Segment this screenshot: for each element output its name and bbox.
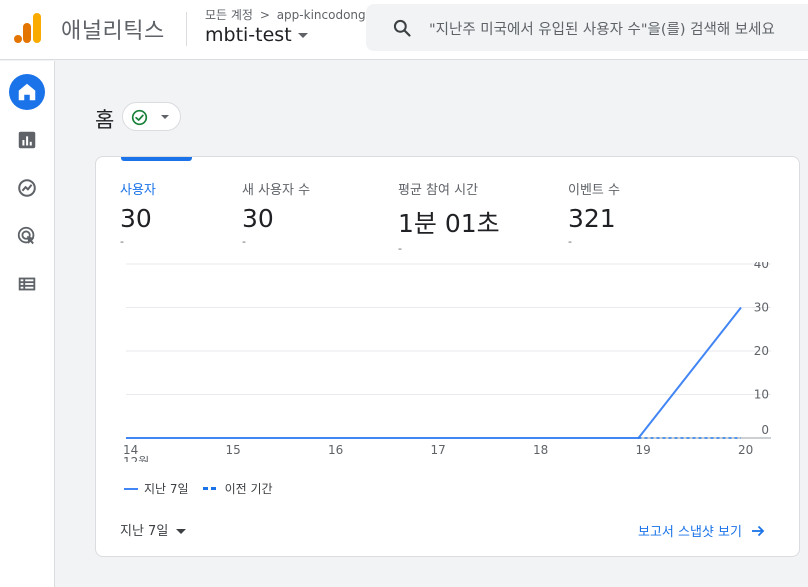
app-name: 애널리틱스 [61,19,165,44]
series-line-current-period [126,306,742,439]
x-tick-label: 17 [431,443,446,457]
metric-delta: - [120,235,124,248]
x-month-label: 12월 [123,455,149,462]
y-tick-label: 10 [754,388,769,402]
metric-tab-new-users[interactable]: 새 사용자 수 30 - [242,179,310,248]
x-tick-label: 18 [533,443,548,457]
dropdown-caret-icon [297,33,308,38]
y-tick-label: 20 [754,344,769,358]
breadcrumb-sub[interactable]: app-kincodong [277,8,366,22]
y-tick-label: 0 [761,423,769,437]
nav-configure[interactable] [9,266,45,302]
legend-previous-period: 이전 기간 [224,482,273,496]
legend-dashed-swatch [202,487,219,490]
page-title: 홈 [95,108,115,132]
check-circle-icon [131,109,148,126]
chevron-down-icon [176,529,187,534]
x-tick-label: 15 [226,443,241,457]
search-placeholder: "지난주 미국에서 유입된 사용자 수"을(를) 검색해 보세요 [429,22,775,38]
breadcrumb-separator: > [259,8,270,22]
metric-delta: - [242,235,246,248]
x-tick-label: 20 [738,443,753,457]
metric-tab-engagement-time[interactable]: 평균 참여 시간 1분 01초 - [398,179,500,255]
reports-icon [18,131,36,149]
metric-tab-event-count[interactable]: 이벤트 수 321 - [568,179,620,248]
advertising-icon [17,226,35,245]
home-icon [18,83,36,101]
metric-label: 새 사용자 수 [242,183,311,198]
nav-reports[interactable] [9,122,45,158]
view-snapshot-link[interactable]: 보고서 스냅샷 보기 [638,521,766,540]
y-tick-label: 30 [754,301,769,315]
header-divider [186,12,187,46]
property-selector[interactable]: mbti-test [205,24,308,46]
y-tick-label: 40 [754,262,769,271]
legend-solid-swatch [124,487,138,490]
metric-delta: - [568,235,572,248]
date-range-label: 지난 7일 [120,524,169,539]
metric-label: 사용자 [120,183,156,198]
status-chip[interactable] [122,102,181,131]
active-metric-indicator [121,157,192,161]
search-icon [393,19,411,37]
x-tick-label: 19 [636,443,651,457]
arrow-right-icon [751,525,765,536]
legend-current-period: 지난 7일 [144,482,189,496]
left-nav-rail [0,61,55,587]
explore-icon [18,179,36,197]
x-tick-label: 16 [328,443,343,457]
top-bar: 애널리틱스 모든 계정 > app-kincodong mbti-test "지… [0,0,808,60]
metric-tab-users[interactable]: 사용자 30 - [120,179,156,248]
metric-label: 평균 참여 시간 [398,183,479,198]
breadcrumb[interactable]: 모든 계정 > app-kincodong [205,6,366,23]
nav-home[interactable] [9,74,45,110]
nav-explore[interactable] [9,170,45,206]
snapshot-link-label: 보고서 스냅샷 보기 [638,525,742,540]
chart-legend: 지난 7일 이전 기간 [124,480,273,497]
search-bar[interactable]: "지난주 미국에서 유입된 사용자 수"을(를) 검색해 보세요 [366,4,808,51]
metric-label: 이벤트 수 [568,183,620,198]
date-range-dropdown[interactable]: 지난 7일 [120,520,187,539]
analytics-logo[interactable] [13,11,43,45]
metric-value: 321 [568,204,616,233]
users-line-chart: 01020304014 15 16 17 18 19 2012월 [123,262,771,462]
overview-card: 사용자 30 - 새 사용자 수 30 - 평균 참여 시간 1분 01초 - … [95,156,800,557]
breadcrumb-account[interactable]: 모든 계정 [205,8,253,22]
property-name: mbti-test [205,24,292,46]
metric-value: 30 [120,204,152,233]
metric-value: 30 [242,204,274,233]
metric-delta: - [398,242,402,255]
nav-advertising[interactable] [9,218,45,254]
configure-icon [18,277,36,291]
metric-value: 1분 01초 [398,209,500,238]
chevron-down-icon [161,115,169,119]
